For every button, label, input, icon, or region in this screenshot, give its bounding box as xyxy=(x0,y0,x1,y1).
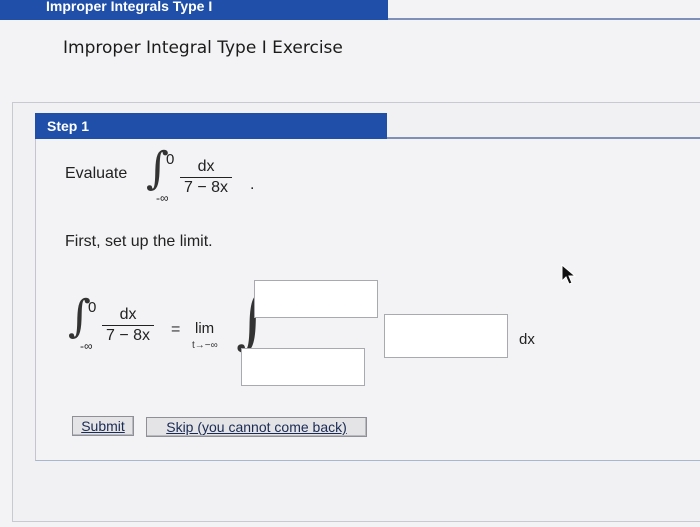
left-fraction-bar xyxy=(102,325,155,326)
left-lower-limit: -∞ xyxy=(80,339,93,353)
lim-subscript: t→−∞ xyxy=(192,340,218,351)
numerator: dx xyxy=(197,158,215,175)
mouse-pointer-icon xyxy=(561,264,577,285)
left-numerator: dx xyxy=(119,306,137,323)
exercise-title: Improper Integral Type I Exercise xyxy=(63,38,343,58)
step-header: Step 1 xyxy=(35,113,387,139)
section-title: Improper Integrals Type I xyxy=(46,0,213,14)
lower-limit-input[interactable] xyxy=(241,348,365,386)
step-label: Step 1 xyxy=(47,118,90,134)
evaluate-label: Evaluate xyxy=(65,165,128,182)
end-punctuation: . xyxy=(250,176,255,193)
upper-limit-input[interactable] xyxy=(254,280,378,318)
integrand-fraction: dx 7 − 8x xyxy=(180,158,233,197)
header-rule xyxy=(388,18,700,20)
equals-sign: = xyxy=(171,321,181,338)
section-header: Improper Integrals Type I xyxy=(0,0,388,20)
lower-limit: -∞ xyxy=(156,191,169,205)
left-upper-limit: 0 xyxy=(88,299,97,316)
page: Improper Integrals Type I Improper Integ… xyxy=(0,0,700,527)
left-denominator: 7 − 8x xyxy=(106,327,151,344)
left-integrand-fraction: dx 7 − 8x xyxy=(102,306,155,345)
integrand-input[interactable] xyxy=(384,314,508,358)
upper-limit: 0 xyxy=(166,151,175,168)
dx-label: dx xyxy=(519,331,535,348)
setup-instruction: First, set up the limit. xyxy=(65,233,213,250)
lim-word: lim xyxy=(195,320,215,337)
denominator: 7 − 8x xyxy=(184,179,229,196)
skip-button[interactable]: Skip (you cannot come back) xyxy=(146,417,367,437)
submit-button[interactable]: Submit xyxy=(72,416,134,436)
fraction-bar xyxy=(180,177,233,178)
